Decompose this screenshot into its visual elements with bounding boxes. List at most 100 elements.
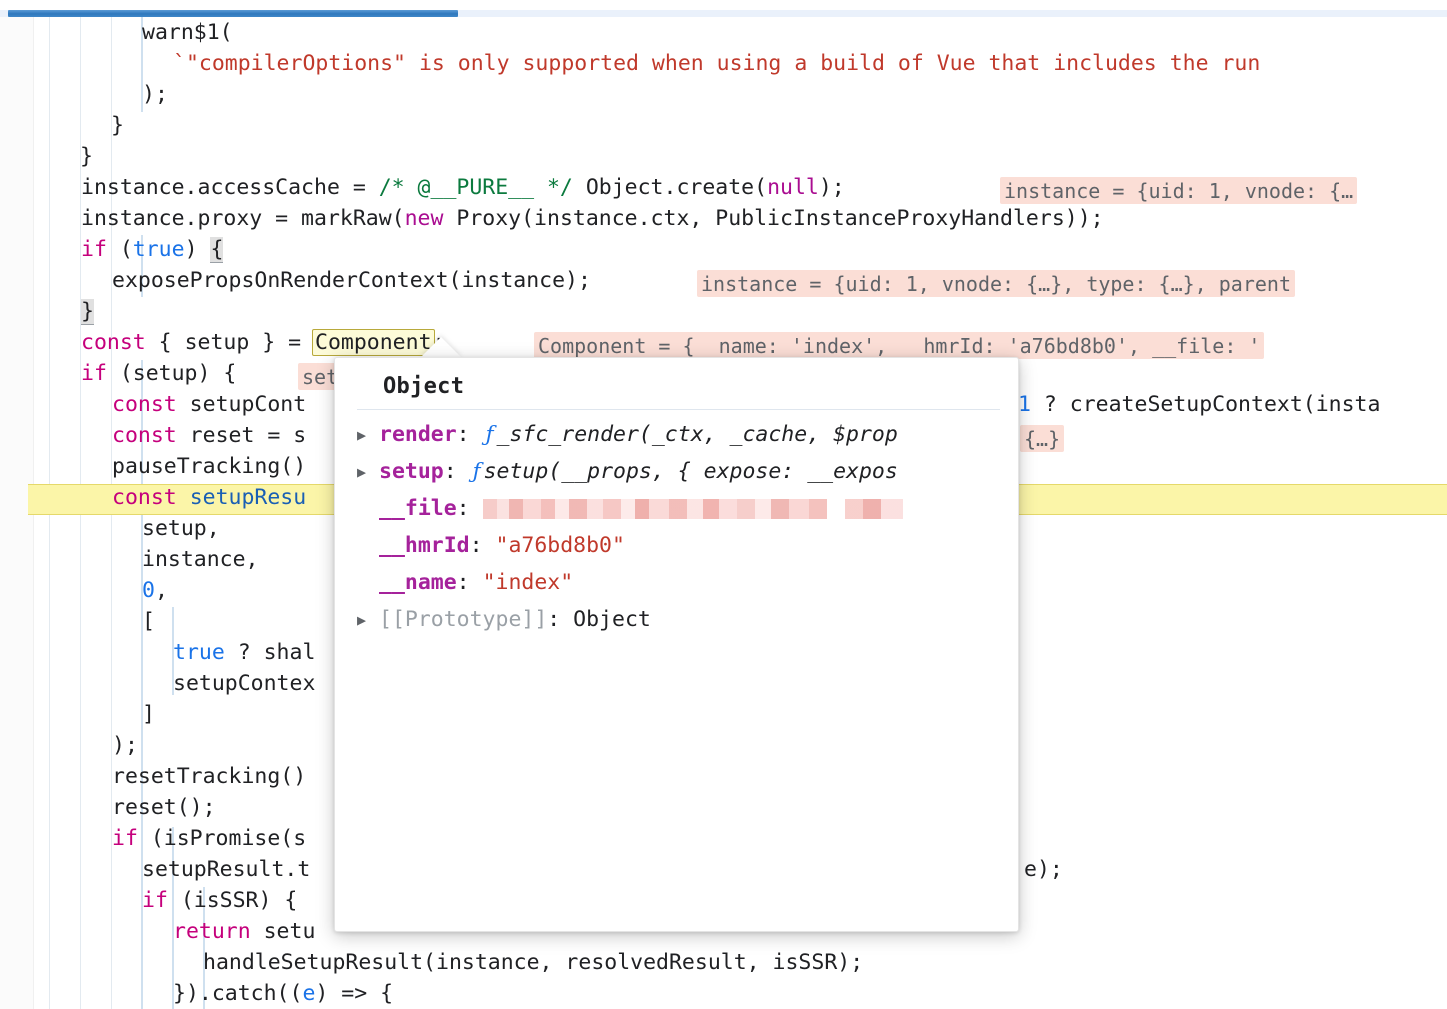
property-row-file[interactable]: ▶__file: bbox=[335, 490, 1018, 527]
code-line[interactable]: setupContex bbox=[173, 668, 315, 699]
code-line[interactable]: instance, bbox=[142, 544, 259, 575]
property-name: [[Prototype]] bbox=[379, 607, 547, 632]
code-line[interactable]: if (setup) { bbox=[81, 358, 236, 389]
code-token-keyword: const bbox=[112, 423, 177, 448]
code-line[interactable]: } bbox=[111, 110, 124, 141]
inline-value-hint: {…} bbox=[1020, 425, 1064, 452]
code-token: ? shal bbox=[225, 640, 316, 665]
code-token: ) bbox=[185, 237, 211, 262]
code-token-keyword: if bbox=[81, 237, 107, 262]
code-token: [ bbox=[142, 609, 155, 634]
code-line-continued[interactable]: 1 ? createSetupContext(insta bbox=[1018, 389, 1380, 420]
code-token-keyword: return bbox=[173, 919, 251, 944]
redacted-file-path-value bbox=[483, 499, 903, 519]
property-value: _sfc_render(_ctx, _cache, $prop bbox=[497, 422, 898, 447]
code-line[interactable]: warn$1( bbox=[142, 17, 233, 48]
inline-value-hint: instance = {uid: 1, vnode: {… bbox=[1000, 177, 1357, 204]
code-line[interactable]: const reset = s bbox=[112, 420, 306, 451]
code-token: } bbox=[80, 144, 93, 169]
code-token: setu bbox=[251, 919, 316, 944]
property-row-setup[interactable]: ▶setup: ƒsetup(__props, { expose: __expo… bbox=[335, 453, 1018, 490]
property-row-render[interactable]: ▶render: ƒ_sfc_render(_ctx, _cache, $pro… bbox=[335, 416, 1018, 453]
chevron-right-icon[interactable]: ▶ bbox=[357, 454, 379, 491]
property-name: render bbox=[379, 422, 457, 447]
devtools-sources-panel: warn$1( `"compilerOptions" is only suppo… bbox=[0, 0, 1447, 1009]
code-line[interactable]: } bbox=[81, 296, 94, 327]
code-line[interactable]: const setupCont bbox=[112, 389, 306, 420]
code-token: reset(); bbox=[112, 795, 216, 820]
code-line[interactable]: instance.accessCache = /* @__PURE__ */ O… bbox=[81, 172, 845, 203]
property-row-hmrid[interactable]: ▶__hmrId: "a76bd8b0" bbox=[335, 527, 1018, 564]
code-line[interactable]: handleSetupResult(instance, resolvedResu… bbox=[203, 947, 863, 978]
code-line[interactable]: setup, bbox=[142, 513, 220, 544]
popover-divider bbox=[357, 409, 1000, 410]
code-line[interactable]: reset(); bbox=[112, 792, 216, 823]
code-line[interactable]: if (isSSR) { bbox=[142, 885, 297, 916]
property-colon: : bbox=[457, 422, 483, 447]
code-line[interactable]: [ bbox=[142, 606, 155, 637]
property-value: Object bbox=[573, 607, 651, 632]
no-chevron-icon: ▶ bbox=[357, 565, 379, 602]
chevron-right-icon[interactable]: ▶ bbox=[357, 602, 379, 639]
no-chevron-icon: ▶ bbox=[357, 491, 379, 528]
code-token: ] bbox=[142, 702, 155, 727]
property-name: __name bbox=[379, 570, 457, 595]
function-marker-icon: ƒ bbox=[483, 422, 497, 447]
property-colon: : bbox=[547, 607, 573, 632]
code-token-keyword: if bbox=[112, 826, 138, 851]
code-token: (setup) { bbox=[107, 361, 236, 386]
code-token: setup, bbox=[142, 516, 220, 541]
property-colon: : bbox=[444, 459, 470, 484]
code-line[interactable]: ); bbox=[112, 730, 138, 761]
property-name: __hmrId bbox=[379, 533, 470, 558]
code-line[interactable]: 0, bbox=[142, 575, 168, 606]
object-inspector-popover[interactable]: Object ▶render: ƒ_sfc_render(_ctx, _cach… bbox=[334, 357, 1019, 932]
property-row-prototype[interactable]: ▶[[Prototype]]: Object bbox=[335, 601, 1018, 638]
code-line[interactable]: if (isPromise(s bbox=[112, 823, 306, 854]
property-value: "index" bbox=[483, 570, 574, 595]
function-marker-icon: ƒ bbox=[470, 459, 484, 484]
hovered-identifier-component[interactable]: Component bbox=[312, 329, 435, 356]
code-line[interactable]: }).catch((e) => { bbox=[173, 978, 393, 1009]
code-token-keyword: const bbox=[112, 392, 177, 417]
code-token: setupCont bbox=[177, 392, 306, 417]
code-line[interactable]: `"compilerOptions" is only supported whe… bbox=[173, 48, 1260, 79]
code-token-keyword: const bbox=[112, 485, 177, 510]
code-token-brace: { bbox=[210, 237, 223, 263]
code-token: pauseTracking() bbox=[112, 454, 306, 479]
code-line[interactable]: resetTracking() bbox=[112, 761, 306, 792]
inline-value-hint: Component = {__name: 'index', __hmrId: '… bbox=[534, 332, 1264, 359]
code-token: instance, bbox=[142, 547, 259, 572]
code-token: handleSetupResult(instance, resolvedResu… bbox=[203, 950, 863, 975]
code-token: , bbox=[155, 578, 168, 603]
code-line[interactable]: ] bbox=[142, 699, 155, 730]
code-token: (isSSR) { bbox=[168, 888, 297, 913]
property-row-name[interactable]: ▶__name: "index" bbox=[335, 564, 1018, 601]
code-line-current[interactable]: const setupResu bbox=[112, 482, 306, 513]
property-colon: : bbox=[457, 496, 483, 521]
code-line[interactable]: const { setup } = Component; bbox=[81, 327, 445, 358]
code-line[interactable]: if (true) { bbox=[81, 234, 223, 265]
code-line[interactable]: return setu bbox=[173, 916, 315, 947]
loading-progress-bar bbox=[8, 10, 458, 17]
code-line[interactable]: } bbox=[80, 141, 93, 172]
code-token: instance.proxy = markRaw( bbox=[81, 206, 405, 231]
property-name: __file bbox=[379, 496, 457, 521]
code-token: ) => { bbox=[315, 981, 393, 1006]
chevron-right-icon[interactable]: ▶ bbox=[357, 417, 379, 454]
code-token: } bbox=[111, 113, 124, 138]
code-token: resetTracking() bbox=[112, 764, 306, 789]
code-token-number: 0 bbox=[142, 578, 155, 603]
code-line[interactable]: instance.proxy = markRaw(new Proxy(insta… bbox=[81, 203, 1104, 234]
code-line[interactable]: setupResult.t bbox=[142, 854, 310, 885]
code-token: ( bbox=[107, 237, 133, 262]
code-line[interactable]: pauseTracking() bbox=[112, 451, 306, 482]
code-line[interactable]: exposePropsOnRenderContext(instance); bbox=[112, 265, 591, 296]
code-line-continued[interactable]: e); bbox=[1024, 854, 1063, 885]
code-token: setupContex bbox=[173, 671, 315, 696]
code-line[interactable]: true ? shal bbox=[173, 637, 315, 668]
code-token bbox=[177, 485, 190, 510]
code-line[interactable]: ); bbox=[142, 79, 168, 110]
no-chevron-icon: ▶ bbox=[357, 528, 379, 565]
code-token: instance.accessCache = bbox=[81, 175, 379, 200]
